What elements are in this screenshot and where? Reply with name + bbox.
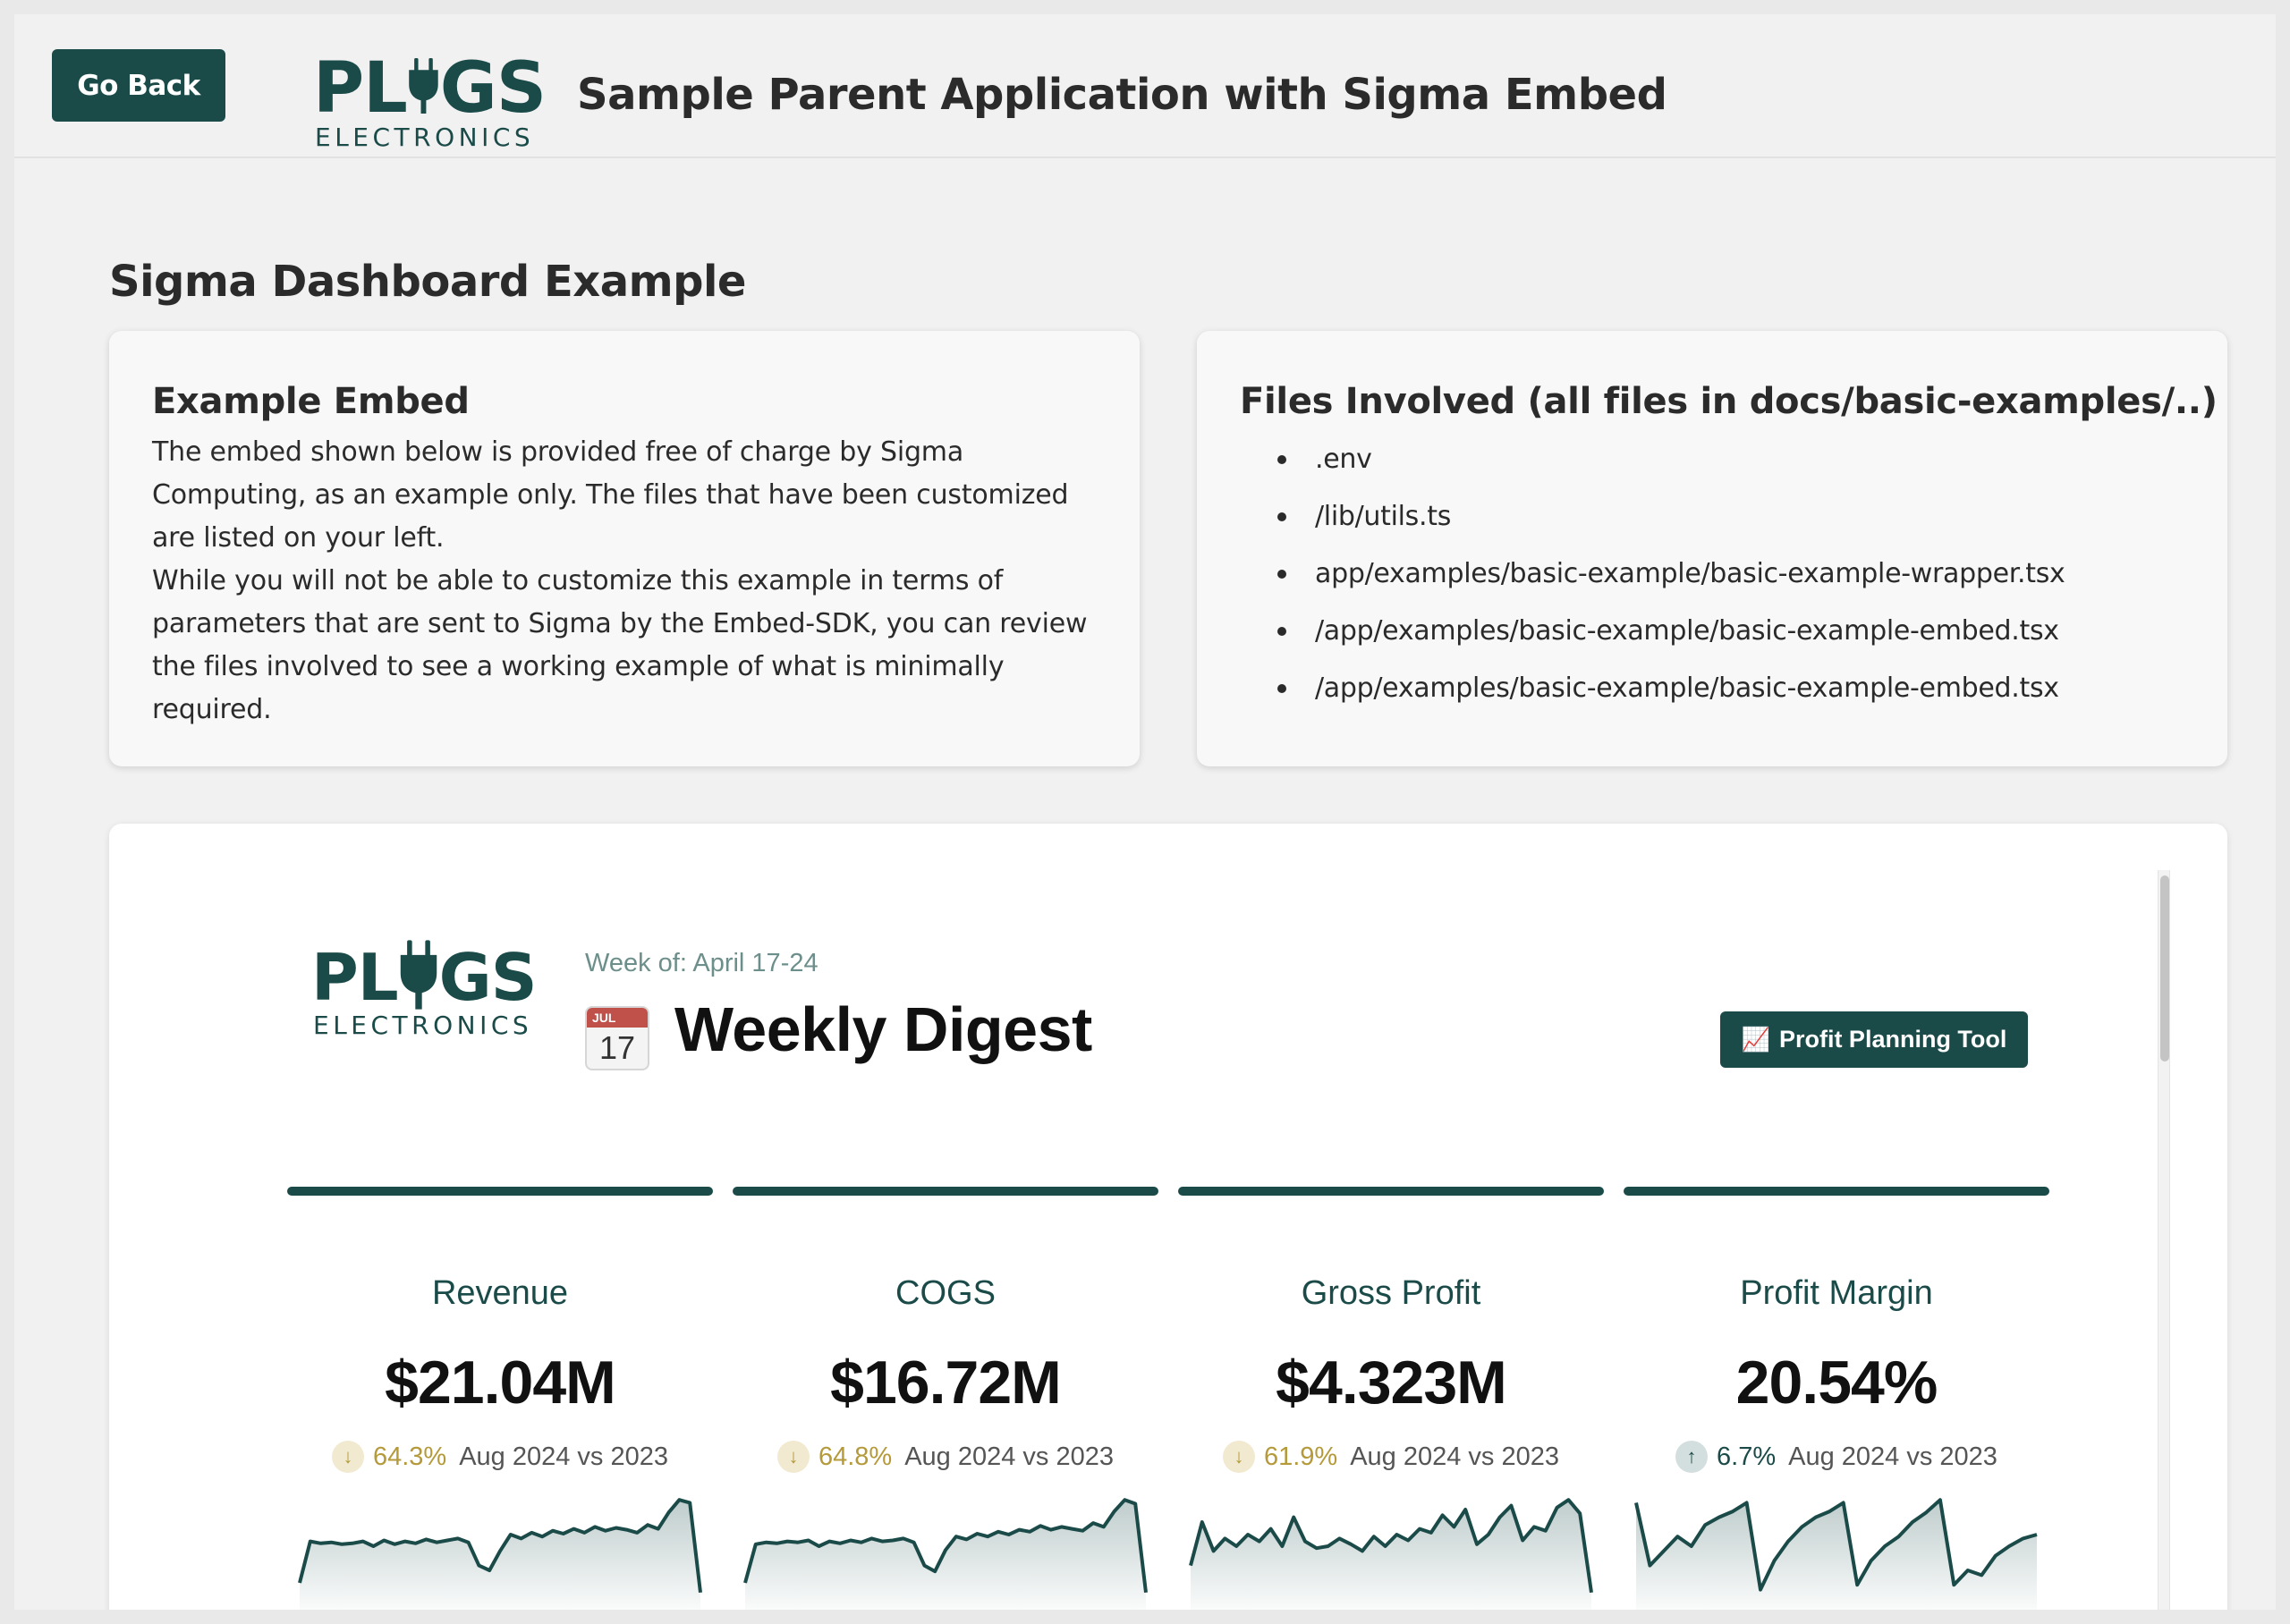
files-involved-card: Files Involved (all files in docs/basic-… xyxy=(1197,331,2227,766)
arrow-down-icon: ↓ xyxy=(331,1441,364,1473)
plugs-logo: PL GS ELECTRONICS xyxy=(313,48,547,152)
kpi-delta: ↓ 61.9% Aug 2024 vs 2023 xyxy=(1178,1441,1604,1473)
app-header: Go Back PL GS ELECTRONICS Sample Parent … xyxy=(14,14,2276,158)
kpi-delta-compare: Aug 2024 vs 2023 xyxy=(1788,1442,1997,1471)
kpi-delta-percent: 64.8% xyxy=(818,1442,893,1471)
kpi-delta-compare: Aug 2024 vs 2023 xyxy=(459,1442,669,1471)
kpi-top-bar xyxy=(1178,1187,1604,1196)
kpi-top-bar xyxy=(287,1187,713,1196)
arrow-down-icon: ↓ xyxy=(1222,1441,1255,1473)
logo-wordmark-prefix: PL xyxy=(313,48,408,129)
sparkline-area xyxy=(1636,1500,2037,1610)
gross-profit-sparkline xyxy=(1189,1498,1593,1610)
profit-margin-sparkline xyxy=(1634,1498,2038,1610)
app-frame: Go Back PL GS ELECTRONICS Sample Parent … xyxy=(14,14,2276,1610)
logo-wordmark-suffix: GS xyxy=(439,48,547,129)
kpi-delta-compare: Aug 2024 vs 2023 xyxy=(904,1442,1115,1471)
logo-wordmark: PL GS xyxy=(313,48,547,129)
kpi-label: Profit Margin xyxy=(1740,1274,1933,1312)
kpi-delta-percent: 64.3% xyxy=(372,1442,447,1471)
arrow-up-icon: ↑ xyxy=(1675,1441,1709,1473)
kpi-gross-profit: Gross Profit $4.323M ↓ 61.9% Aug 2024 vs… xyxy=(1178,824,1604,1610)
kpi-top-bar xyxy=(1624,1187,2049,1196)
sparkline-area xyxy=(1191,1500,1591,1610)
sparkline-area xyxy=(745,1500,1146,1610)
example-embed-card: Example Embed The embed shown below is p… xyxy=(109,331,1140,766)
plug-icon xyxy=(409,57,438,114)
kpi-value: $4.323M xyxy=(1276,1349,1507,1417)
file-item: /app/examples/basic-example/basic-exampl… xyxy=(1240,603,2192,660)
files-involved-title: Files Involved (all files in docs/basic-… xyxy=(1240,381,2218,422)
example-embed-title: Example Embed xyxy=(152,381,470,422)
example-embed-paragraph-1: The embed shown below is provided free o… xyxy=(152,436,1069,554)
kpi-top-bar xyxy=(733,1187,1158,1196)
kpi-delta: ↓ 64.3% Aug 2024 vs 2023 xyxy=(287,1441,713,1473)
revenue-sparkline xyxy=(298,1498,702,1610)
logo-subtitle: ELECTRONICS xyxy=(315,123,535,152)
example-embed-paragraph-2: While you will not be able to customize … xyxy=(152,565,1088,725)
file-item: /app/examples/basic-example/basic-exampl… xyxy=(1240,660,2192,717)
kpi-value: $21.04M xyxy=(385,1349,616,1417)
kpi-value: 20.54% xyxy=(1735,1349,1938,1417)
kpi-delta: ↓ 64.8% Aug 2024 vs 2023 xyxy=(733,1441,1158,1473)
kpi-delta-compare: Aug 2024 vs 2023 xyxy=(1350,1442,1560,1471)
embed-scrollbar[interactable] xyxy=(2158,870,2170,1610)
page-title: Sigma Dashboard Example xyxy=(109,257,746,307)
kpi-delta-percent: 61.9% xyxy=(1263,1442,1338,1471)
kpi-revenue: Revenue $21.04M ↓ 64.3% Aug 2024 vs 2023 xyxy=(287,824,713,1610)
kpi-label: Gross Profit xyxy=(1301,1274,1481,1312)
kpi-label: Revenue xyxy=(431,1274,569,1312)
kpi-cogs: COGS $16.72M ↓ 64.8% Aug 2024 vs 2023 xyxy=(733,824,1158,1610)
files-list: .env /lib/utils.ts app/examples/basic-ex… xyxy=(1240,431,2192,717)
cogs-sparkline xyxy=(743,1498,1148,1610)
kpi-label: COGS xyxy=(895,1274,996,1312)
sparkline-area xyxy=(300,1500,700,1610)
file-item: app/examples/basic-example/basic-example… xyxy=(1240,546,2192,603)
go-back-button[interactable]: Go Back xyxy=(52,49,225,122)
kpi-delta: ↑ 6.7% Aug 2024 vs 2023 xyxy=(1624,1441,2049,1473)
arrow-down-icon: ↓ xyxy=(776,1441,810,1473)
file-item: .env xyxy=(1240,431,2192,488)
app-title: Sample Parent Application with Sigma Emb… xyxy=(577,70,1667,120)
embed-scrollbar-thumb[interactable] xyxy=(2160,875,2169,1062)
kpi-value: $16.72M xyxy=(830,1349,1062,1417)
sigma-embed-frame[interactable]: PL GS ELECTRONICS Week of: April 17-24 J… xyxy=(109,824,2227,1610)
file-item: /lib/utils.ts xyxy=(1240,488,2192,546)
kpi-profit-margin: Profit Margin 20.54% ↑ 6.7% Aug 2024 vs … xyxy=(1624,824,2049,1610)
kpi-delta-percent: 6.7% xyxy=(1717,1442,1777,1471)
